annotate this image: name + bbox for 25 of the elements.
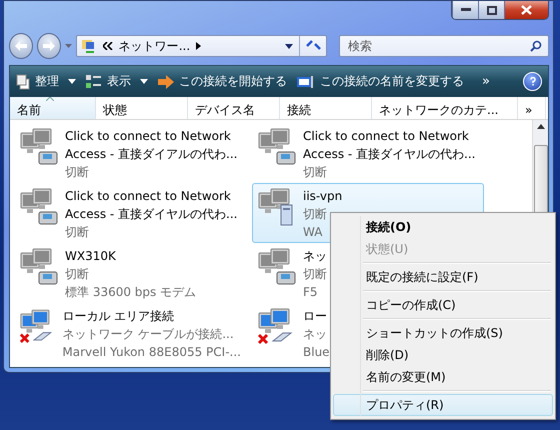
connection-text: Marvell Yukon 88E8055 PCI-... [62, 344, 241, 361]
connection-text: F5 [303, 284, 319, 301]
connection-text: Click to connect to Network [65, 128, 232, 145]
connection-text: ロー [303, 308, 328, 325]
connection-text: Access - 直接ダイヤルの代わ... [303, 146, 476, 163]
connection-text: WA [303, 224, 324, 241]
connection-text: WX310K [65, 248, 117, 265]
connection-text: ネッ [303, 326, 328, 343]
connection-text: ネッ [303, 248, 327, 265]
connection-text: ネットワーク ケーブルが接続... [62, 326, 235, 343]
connection-text: 切断 [65, 164, 90, 181]
connection-text: Click to connect to Network [303, 128, 470, 145]
connection-text: 切断 [303, 266, 327, 283]
address-path: ネットワー... [118, 38, 190, 54]
connection-text: 切断 [65, 224, 90, 241]
connection-text: 切断 [303, 206, 328, 223]
connection-text: Click to connect to Network [65, 188, 232, 205]
connection-text: ローカル エリア接続 [62, 308, 176, 325]
connection-text: 切断 [303, 164, 328, 181]
connection-text: 切断 [65, 266, 90, 283]
connection-text: Access - 直接ダイアルの代わ... [65, 146, 238, 163]
connection-text: iis-vpn [303, 188, 342, 205]
connection-text: 標準 33600 bps モデム [65, 284, 196, 301]
connection-text: Blue [303, 344, 330, 361]
connection-text: Access - 直接ダイヤルの代わ... [65, 206, 238, 223]
